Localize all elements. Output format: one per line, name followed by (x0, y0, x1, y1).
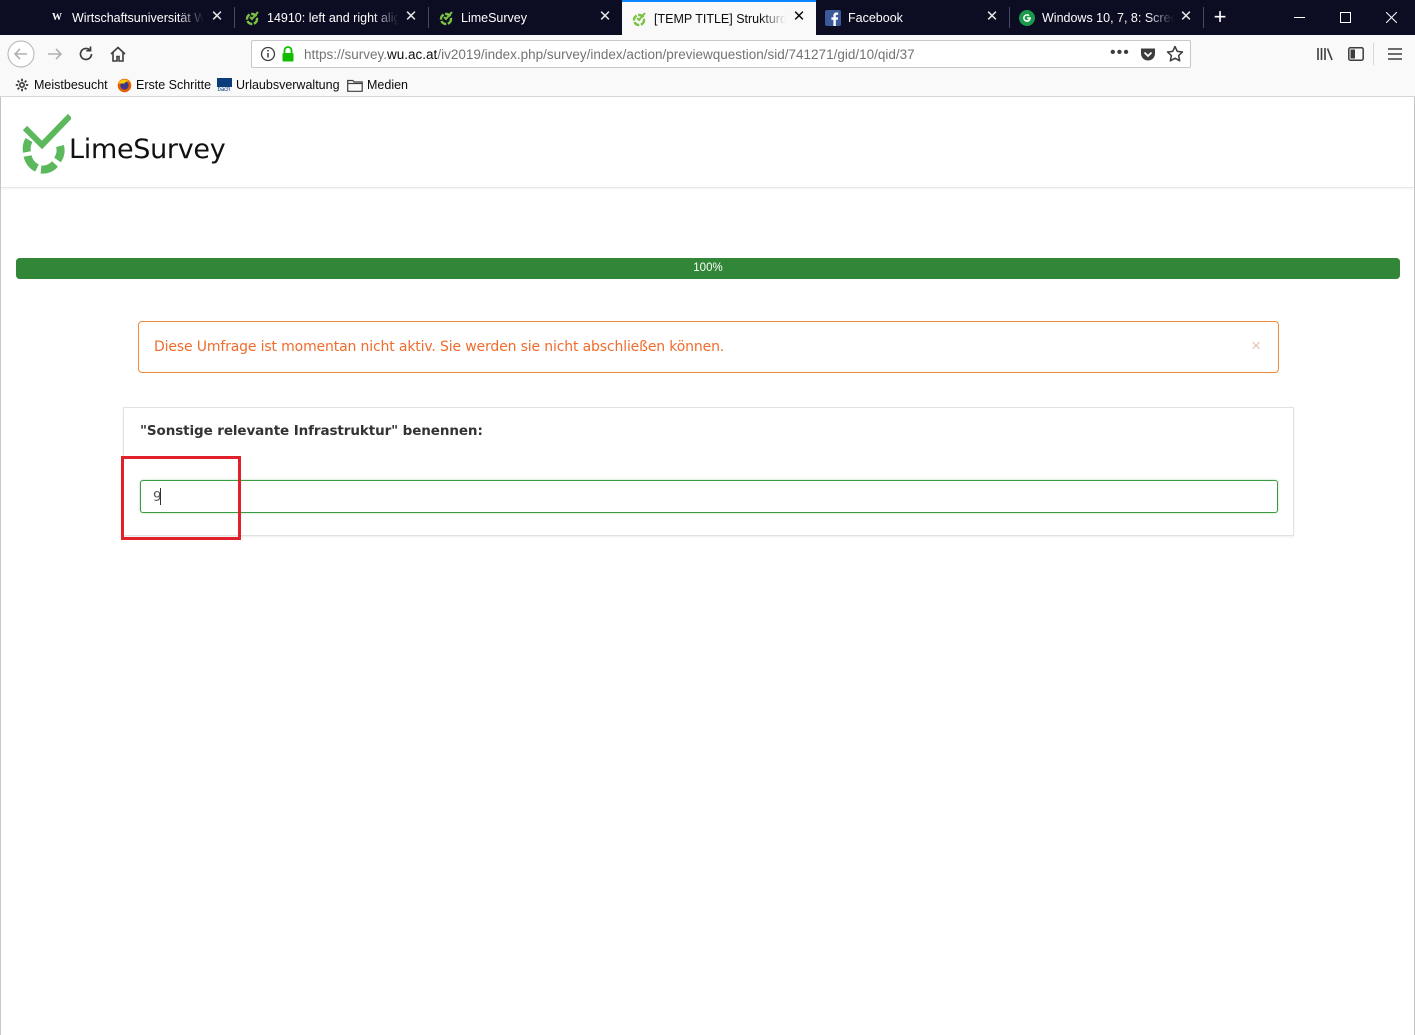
limesurvey-favicon-icon (631, 11, 647, 27)
minimize-icon (1293, 17, 1305, 18)
tab-strip: W Wirtschaftsuniversität Wien ✕ 14910: l… (0, 0, 1415, 35)
new-tab-button[interactable]: + (1206, 4, 1234, 32)
bookmark-label: Urlaubsverwaltung (236, 78, 340, 92)
tab-separator (1203, 7, 1204, 28)
forward-arrow-icon (48, 48, 63, 60)
bookmark-label: Meistbesucht (34, 78, 108, 92)
window-close-button[interactable] (1368, 0, 1414, 35)
pocket-icon[interactable] (1140, 47, 1156, 67)
facebook-favicon-icon (825, 9, 841, 26)
bookmark-meistbesucht[interactable]: Meistbesucht (14, 77, 108, 93)
url-path: /iv2019/index.php/survey/index/action/pr… (437, 47, 915, 62)
question-text: "Sonstige relevante Infrastruktur" benen… (140, 423, 483, 439)
lock-icon[interactable] (280, 45, 296, 68)
bookmark-erste-schritte[interactable]: Erste Schritte (116, 77, 211, 93)
forward-button[interactable] (40, 39, 70, 69)
close-icon (1385, 12, 1397, 23)
page-actions-more-icon[interactable]: ••• (1110, 44, 1130, 62)
back-button[interactable] (6, 39, 36, 69)
limesurvey-logo-icon (22, 114, 71, 174)
tab-14910[interactable]: 14910: left and right align ✕ (235, 0, 428, 35)
tab-limesurvey[interactable]: LimeSurvey ✕ (429, 0, 622, 35)
library-button[interactable] (1310, 39, 1340, 69)
progress-label: 100% (693, 262, 723, 274)
bach-icon: bach (216, 77, 232, 93)
hamburger-menu-icon (1388, 48, 1402, 60)
inactive-survey-alert: Diese Umfrage ist momentan nicht aktiv. … (138, 321, 1279, 373)
url-bar[interactable]: https://survey.wu.ac.at/iv2019/index.php… (251, 40, 1191, 68)
minimize-button[interactable] (1276, 0, 1322, 35)
gear-icon (14, 77, 30, 93)
alert-text: Diese Umfrage ist momentan nicht aktiv. … (154, 339, 725, 355)
maximize-button[interactable] (1322, 0, 1368, 35)
alert-close-button[interactable]: × (1251, 336, 1261, 356)
tab-temp-title-active[interactable]: [TEMP TITLE] Strukturdaten ✕ (622, 0, 816, 35)
home-button[interactable] (103, 39, 133, 69)
limesurvey-favicon-icon (244, 10, 260, 26)
maximize-icon (1339, 12, 1351, 23)
close-icon[interactable]: ✕ (1178, 9, 1194, 25)
page-content: LimeSurvey 100% Diese Umfrage ist moment… (0, 97, 1415, 1035)
reload-button[interactable] (71, 39, 101, 69)
tab-title: Windows 10, 7, 8: Screenshot (1042, 10, 1174, 25)
tab-title: 14910: left and right align (267, 10, 399, 25)
close-icon[interactable]: ✕ (791, 9, 807, 25)
close-icon[interactable]: ✕ (984, 9, 1000, 25)
bach-logo-block (216, 77, 232, 87)
close-icon[interactable]: ✕ (209, 9, 225, 25)
bach-logo-text: bach (217, 86, 231, 93)
limesurvey-favicon-icon (438, 10, 454, 26)
text-caret (160, 488, 161, 505)
bookmark-star-icon[interactable] (1166, 45, 1184, 68)
sidebar-toggle-button[interactable] (1341, 39, 1371, 69)
wu-favicon-icon: W (52, 12, 62, 23)
tab-title: Wirtschaftsuniversität Wien (72, 10, 204, 25)
progress-bar: 100% (16, 258, 1400, 279)
folder-icon (347, 77, 363, 93)
tab-title: Facebook (848, 10, 903, 25)
reload-icon (79, 46, 93, 61)
tab-wu[interactable]: W Wirtschaftsuniversität Wien ✕ (40, 0, 234, 35)
sidebar-icon (1348, 47, 1364, 61)
bookmarks-toolbar: Meistbesucht Erste Schritte bach Urlaubs… (0, 73, 1415, 97)
close-icon[interactable]: ✕ (403, 9, 419, 25)
navigation-toolbar: https://survey.wu.ac.at/iv2019/index.php… (0, 35, 1415, 73)
question-container: "Sonstige relevante Infrastruktur" benen… (123, 407, 1294, 536)
google-favicon-icon (1019, 9, 1035, 26)
tab-title: [TEMP TITLE] Strukturdaten (654, 11, 786, 26)
bookmark-urlaubsverwaltung[interactable]: bach Urlaubsverwaltung (216, 77, 340, 93)
logo-text: LimeSurvey (69, 133, 226, 165)
tab-windows-screenshot[interactable]: Windows 10, 7, 8: Screenshot ✕ (1010, 0, 1203, 35)
home-icon (110, 46, 126, 62)
info-icon[interactable] (260, 46, 276, 67)
bookmark-medien[interactable]: Medien (347, 77, 408, 93)
close-icon[interactable]: ✕ (597, 9, 613, 25)
url-text[interactable]: https://survey.wu.ac.at/iv2019/index.php… (304, 47, 915, 62)
bookmark-label: Erste Schritte (136, 78, 212, 92)
tab-title: LimeSurvey (461, 10, 527, 25)
firefox-icon (116, 77, 132, 93)
tab-facebook[interactable]: Facebook ✕ (816, 0, 1009, 35)
back-arrow-icon (7, 40, 35, 68)
menu-button[interactable] (1380, 39, 1410, 69)
limesurvey-logo[interactable]: LimeSurvey (15, 114, 226, 174)
url-domain: wu.ac.at (387, 47, 438, 62)
toolbar-separator (1373, 43, 1374, 65)
site-header: LimeSurvey (1, 97, 1414, 188)
library-icon (1317, 48, 1333, 61)
bookmark-label: Medien (367, 78, 408, 92)
answer-text-input[interactable] (140, 480, 1278, 513)
url-prefix: https://survey. (304, 47, 388, 62)
